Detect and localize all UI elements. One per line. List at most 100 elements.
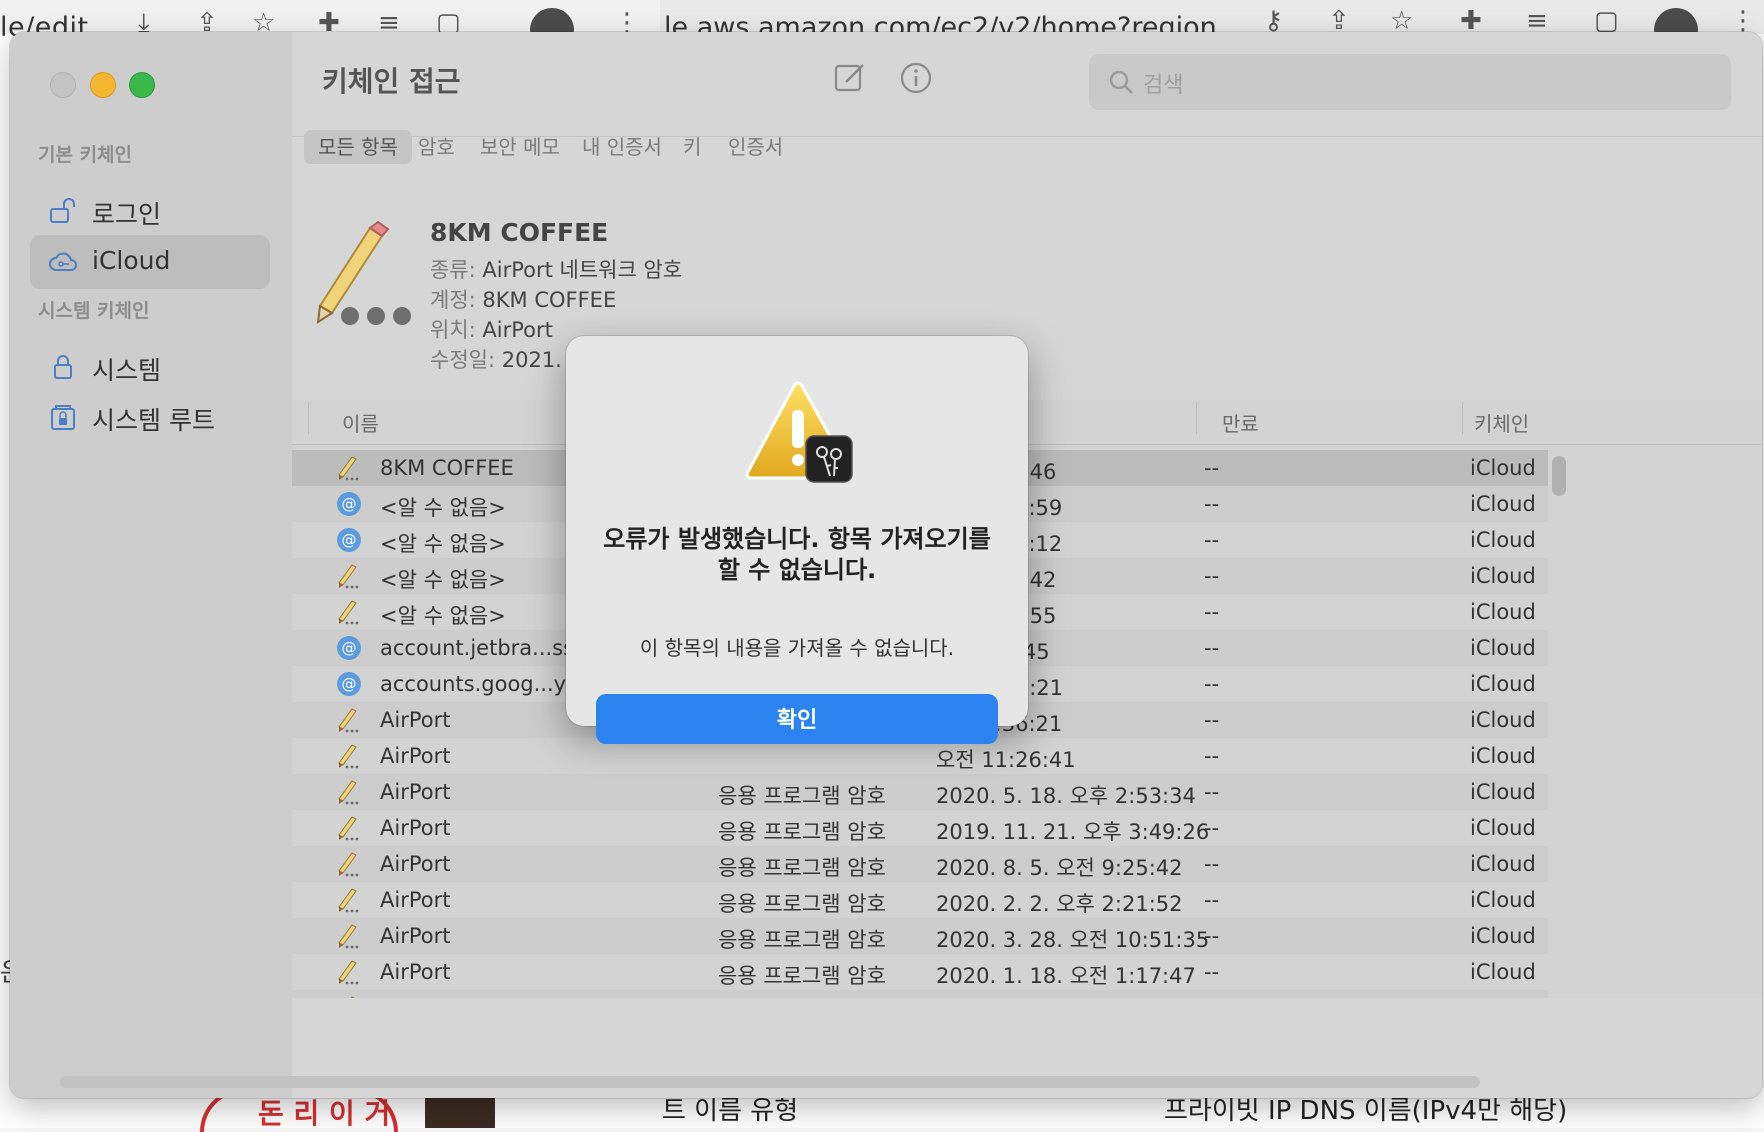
row-keychain: iCloud xyxy=(1470,852,1536,876)
internet-password-icon: @ xyxy=(336,635,362,661)
row-modified: 2019. 11. 21. 오후 3:49:26 xyxy=(936,820,1210,844)
vertical-scrollbar[interactable] xyxy=(1552,456,1566,496)
row-keychain: iCloud xyxy=(1470,492,1536,516)
row-expires: -- xyxy=(1204,528,1220,552)
table-row[interactable]: AirPort 응용 프로그램 암호 2020. 2. 2. 오후 2:21:52-… xyxy=(292,882,1548,918)
table-row[interactable]: AirPort 응용 프로그램 암호 2019. 11. 21. 오후 3:49:2… xyxy=(292,810,1548,846)
sidebar-item-label: iCloud xyxy=(92,246,171,275)
row-modified: 2020. 4. 24. 오후 2:55:06 xyxy=(936,996,1196,998)
minimize-button[interactable] xyxy=(90,72,116,98)
dialog-message: 이 항목의 내용을 가져올 수 없습니다. xyxy=(639,636,955,660)
channel-logo-text: 돈 리 이 거 xyxy=(258,1097,391,1130)
background-browser-right: le.aws.amazon.com/ec2/v2/home?region ⚷ ⇪… xyxy=(660,0,1764,52)
row-keychain: iCloud xyxy=(1470,888,1536,912)
window-title: 키체인 접근 xyxy=(322,65,461,98)
row-modified: 오전 11:26:41 xyxy=(936,748,1076,772)
row-name: <알 수 없음> xyxy=(380,496,506,520)
tab-secure-notes[interactable]: 보안 메모 xyxy=(466,130,574,164)
row-name: <알 수 없음> xyxy=(380,532,506,556)
compose-icon[interactable] xyxy=(832,60,868,96)
password-pencil-icon xyxy=(336,995,362,998)
row-keychain: iCloud xyxy=(1470,672,1536,696)
sidebar-item-system-root[interactable]: 시스템 루트 xyxy=(30,390,270,444)
table-row[interactable]: AirPort 응용 프로그램 암호 2020. 8. 5. 오전 9:25:42-… xyxy=(292,846,1548,882)
tab-all-items[interactable]: 모든 항목 xyxy=(304,130,412,164)
sidebar-item-system[interactable]: 시스템 xyxy=(30,340,270,394)
search-field[interactable]: 검색 xyxy=(1089,54,1731,110)
row-expires: -- xyxy=(1204,924,1220,948)
row-name: 8KM COFFEE xyxy=(380,456,514,480)
row-expires: -- xyxy=(1204,600,1220,624)
row-keychain: iCloud xyxy=(1470,564,1536,588)
row-modified: 2020. 2. 2. 오후 2:21:52 xyxy=(936,892,1183,916)
column-separator xyxy=(1462,402,1463,434)
row-keychain: iCloud xyxy=(1470,456,1536,480)
tab-certificates[interactable]: 인증서 xyxy=(714,130,797,164)
tab-my-certificates[interactable]: 내 인증서 xyxy=(568,130,676,164)
password-pencil-icon xyxy=(336,563,362,589)
table-row[interactable]: AirPort 응용 프로그램 암호 2020. 5. 18. 오후 2:53:34… xyxy=(292,774,1548,810)
column-header-name[interactable]: 이름 xyxy=(342,408,379,437)
row-kind: 응용 프로그램 암호 xyxy=(718,892,886,916)
row-expires: -- xyxy=(1204,636,1220,660)
password-pencil-icon xyxy=(336,779,362,805)
row-modified: 2020. 1. 18. 오전 1:17:47 xyxy=(936,964,1196,988)
column-separator xyxy=(308,402,309,434)
ok-button[interactable]: 확인 xyxy=(596,694,998,744)
password-pencil-icon xyxy=(336,455,362,481)
password-pencil-icon xyxy=(336,815,362,841)
where-value: AirPort xyxy=(482,318,553,342)
modified-label: 수정일: xyxy=(430,348,496,372)
svg-text:@: @ xyxy=(342,639,357,657)
sidebar-item-label: 로그인 xyxy=(92,200,162,229)
row-modified: 2020. 8. 5. 오전 9:25:42 xyxy=(936,856,1183,880)
row-keychain: iCloud xyxy=(1470,780,1536,804)
lock-icon xyxy=(54,355,72,379)
password-pencil-icon xyxy=(336,887,362,913)
row-expires: -- xyxy=(1204,456,1220,480)
cloud-icon xyxy=(49,252,77,271)
row-expires: -- xyxy=(1204,744,1220,768)
kind-value: AirPort 네트워크 암호 xyxy=(482,258,683,282)
row-name: AirPort xyxy=(380,708,451,732)
table-row[interactable]: AirPort 응용 프로그램 암호 2020. 3. 28. 오전 10:51:3… xyxy=(292,918,1548,954)
close-button[interactable] xyxy=(50,72,76,98)
row-expires: -- xyxy=(1204,492,1220,516)
error-dialog: 오류가 발생했습니다. 항목 가져오기를 할 수 없습니다. 이 항목의 내용을… xyxy=(566,336,1028,744)
info-icon[interactable] xyxy=(898,60,934,96)
column-header-keychain[interactable]: 키체인 xyxy=(1474,408,1529,437)
row-keychain: iCloud xyxy=(1470,600,1536,624)
dialog-title: 오류가 발생했습니다. 항목 가져오기를 할 수 없습니다. xyxy=(603,525,991,584)
sidebar-item-icloud[interactable]: iCloud xyxy=(30,235,270,289)
table-row[interactable]: AirPort 응용 프로그램 암호 2020. 1. 18. 오전 1:17:47… xyxy=(292,954,1548,990)
svg-text:@: @ xyxy=(342,531,357,549)
column-header-expires[interactable]: 만료 xyxy=(1222,408,1259,437)
warning-keychain-icon xyxy=(746,381,853,483)
column-separator xyxy=(1196,402,1197,434)
internet-password-icon: @ xyxy=(336,671,362,697)
row-name: AirPort xyxy=(380,888,451,912)
row-modified: 2020. 5. 18. 오후 2:53:34 xyxy=(936,784,1196,808)
row-kind: 응용 프로그램 암호 xyxy=(718,996,886,998)
row-kind: 응용 프로그램 암호 xyxy=(718,784,886,808)
sidebar-item-login[interactable]: 로그인 xyxy=(30,184,270,238)
zoom-button[interactable] xyxy=(129,72,155,98)
table-row[interactable]: AirPort 응용 프로그램 암호 2020. 4. 24. 오후 2:55:06… xyxy=(292,990,1548,998)
item-where: 위치: AirPort xyxy=(430,314,553,344)
row-keychain: iCloud xyxy=(1470,744,1536,768)
tab-passwords[interactable]: 암호 xyxy=(404,130,469,164)
row-expires: -- xyxy=(1204,996,1219,998)
password-pencil-icon xyxy=(336,923,362,949)
unlock-icon xyxy=(50,198,75,223)
internet-password-icon: @ xyxy=(336,491,362,517)
svg-text:@: @ xyxy=(342,675,357,693)
password-pencil-icon xyxy=(336,959,362,985)
item-name: 8KM COFFEE xyxy=(430,218,609,247)
password-item-icon xyxy=(316,220,411,325)
row-name: AirPort xyxy=(380,780,451,804)
kind-label: 종류: xyxy=(430,258,476,282)
row-keychain: iCloud xyxy=(1470,924,1536,948)
sidebar-item-label: 시스템 xyxy=(92,356,162,385)
tab-keys[interactable]: 키 xyxy=(669,130,715,164)
horizontal-scrollbar[interactable] xyxy=(60,1076,1480,1088)
